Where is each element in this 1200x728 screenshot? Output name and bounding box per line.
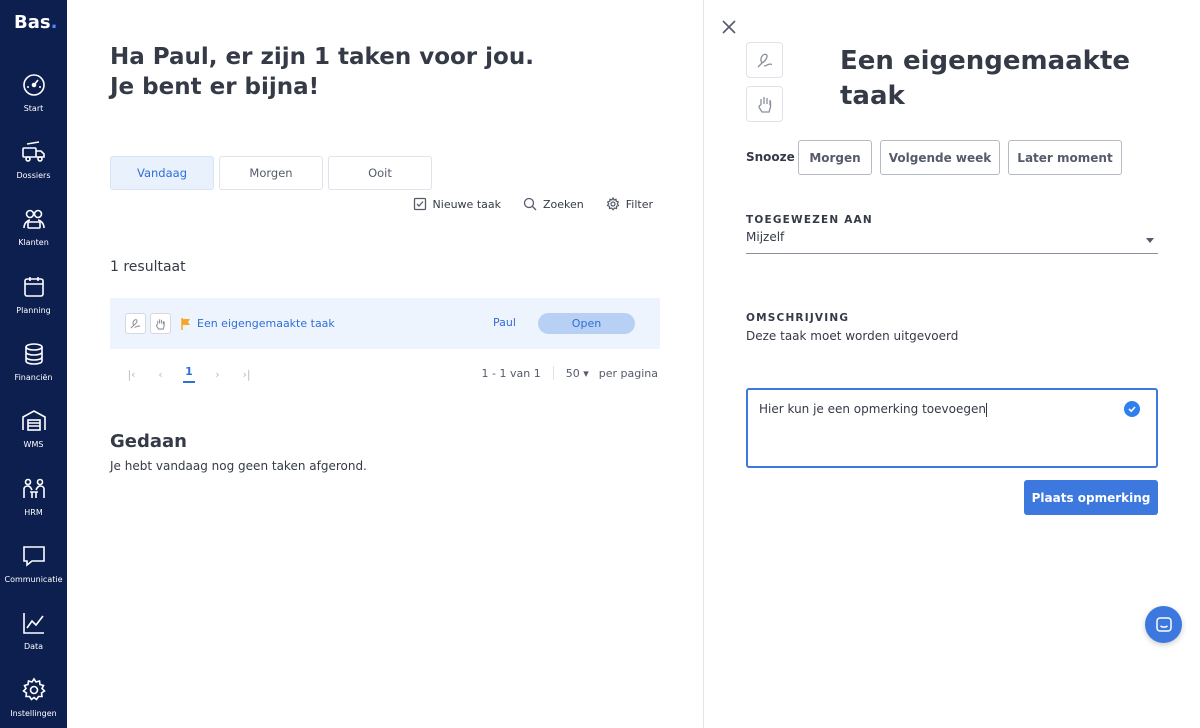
table-row[interactable]: Een eigengemaakte taak Paul Open <box>110 298 660 349</box>
comment-input[interactable]: Hier kun je een opmerking toevoegen <box>746 388 1158 468</box>
claim-button[interactable] <box>150 313 171 334</box>
text-cursor <box>985 402 987 417</box>
status-badge[interactable]: Open <box>538 313 635 334</box>
task-actions: Nieuwe taak Zoeken Filter <box>413 197 653 211</box>
flag-icon <box>181 317 190 330</box>
assignee-select[interactable]: Mijzelf <box>746 230 1158 254</box>
snooze-morgen-button[interactable]: Morgen <box>798 140 872 175</box>
snooze-volgende-week-button[interactable]: Volgende week <box>880 140 1000 175</box>
sidebar-item-label: Financiën <box>14 373 53 382</box>
last-page-icon[interactable]: ›| <box>232 368 261 381</box>
result-count: 1 resultaat <box>110 259 186 275</box>
signature-icon <box>757 53 772 68</box>
sidebar-item-klanten[interactable]: Klanten <box>0 206 67 266</box>
line-chart-icon <box>22 613 44 634</box>
close-icon[interactable] <box>720 18 738 36</box>
description-label: OMSCHRIJVING <box>746 312 850 324</box>
assigned-label: TOEGEWEZEN AAN <box>746 214 873 226</box>
sign-button[interactable] <box>746 42 783 78</box>
first-page-icon[interactable]: |‹ <box>117 368 146 381</box>
sidebar-item-label: Data <box>23 642 44 651</box>
tab-ooit[interactable]: Ooit <box>328 156 432 190</box>
divider <box>552 366 554 380</box>
gear-icon <box>21 677 46 701</box>
tab-morgen[interactable]: Morgen <box>219 156 323 190</box>
checkbox-icon <box>413 197 426 211</box>
done-section-title: Gedaan <box>110 431 187 452</box>
task-title-link[interactable]: Een eigengemaakte taak <box>197 317 335 330</box>
sidebar-item-label: Planning <box>16 306 51 315</box>
people-meeting-icon <box>22 478 45 498</box>
sidebar-item-start[interactable]: Start <box>0 72 67 132</box>
sidebar-item-dossiers[interactable]: Dossiers <box>0 139 67 199</box>
snooze-later-moment-button[interactable]: Later moment <box>1008 140 1122 175</box>
per-page-label: per pagina <box>598 366 658 380</box>
customers-icon <box>22 209 45 229</box>
hand-icon <box>757 97 771 113</box>
sidebar-item-communicatie[interactable]: Communicatie <box>0 543 67 603</box>
caret-down-icon <box>1146 238 1154 243</box>
sidebar-item-instellingen[interactable]: Instellingen <box>0 677 67 728</box>
warehouse-icon <box>21 410 46 431</box>
search-label: Zoeken <box>542 197 584 211</box>
main-content: Ha Paul, er zijn 1 taken voor jou. Je be… <box>67 0 703 728</box>
done-section-text: Je hebt vandaag nog geen taken afgerond. <box>110 459 367 473</box>
prev-page-icon[interactable]: ‹ <box>146 368 175 381</box>
filter-label: Filter <box>625 197 653 211</box>
task-detail-panel: Een eigengemaakte taak Snooze Morgen Vol… <box>704 0 1200 728</box>
sidebar-item-financien[interactable]: Financiën <box>0 341 67 401</box>
snooze-label: Snooze <box>746 150 795 164</box>
sidebar-item-label: WMS <box>23 440 44 449</box>
sidebar-item-label: HRM <box>24 508 43 517</box>
comment-value: Hier kun je een opmerking toevoegen <box>759 402 986 416</box>
sidebar: Bas. Start Dossiers Klanten Planning Fin… <box>0 0 67 728</box>
calendar-icon <box>23 277 44 297</box>
post-comment-button[interactable]: Plaats opmerking <box>1024 480 1158 515</box>
sidebar-item-wms[interactable]: WMS <box>0 408 67 468</box>
task-owner: Paul <box>493 316 516 329</box>
pagination: |‹ ‹ 1 › ›| <box>117 365 261 383</box>
new-task-label: Nieuwe taak <box>432 197 501 211</box>
search-button[interactable]: Zoeken <box>523 197 584 211</box>
sidebar-item-label: Klanten <box>18 238 49 247</box>
page-number[interactable]: 1 <box>183 365 195 383</box>
search-icon <box>523 197 537 211</box>
signature-icon <box>130 319 141 329</box>
page-title: Ha Paul, er zijn 1 taken voor jou. Je be… <box>110 44 534 100</box>
hand-icon <box>155 319 165 330</box>
sidebar-item-planning[interactable]: Planning <box>0 274 67 334</box>
chat-bubble-icon <box>22 546 45 567</box>
sidebar-item-data[interactable]: Data <box>0 610 67 670</box>
sidebar-item-label: Instellingen <box>10 709 57 718</box>
app-logo[interactable]: Bas. <box>14 12 57 33</box>
new-task-button[interactable]: Nieuwe taak <box>413 197 501 211</box>
task-detail-title: Een eigengemaakte taak <box>840 46 1131 111</box>
description-text: Deze taak moet worden uitgevoerd <box>746 329 959 343</box>
filter-button[interactable]: Filter <box>606 197 653 211</box>
claim-button[interactable] <box>746 86 783 122</box>
sidebar-item-hrm[interactable]: HRM <box>0 476 67 536</box>
sidebar-item-label: Start <box>23 104 44 113</box>
page-range: 1 - 1 van 1 <box>481 366 541 380</box>
gear-icon <box>606 197 620 211</box>
chat-icon <box>1155 616 1172 632</box>
pagination-info: 1 - 1 van 1 50 ▾ per pagina <box>482 366 658 380</box>
task-tabs: Vandaag Morgen Ooit <box>110 156 432 190</box>
sidebar-item-label: Dossiers <box>16 171 51 180</box>
next-page-icon[interactable]: › <box>203 368 232 381</box>
per-page-select[interactable]: 50 ▾ <box>566 367 589 380</box>
check-icon <box>1124 401 1140 417</box>
sign-button[interactable] <box>125 313 146 334</box>
truck-dossier-icon <box>21 141 45 162</box>
sidebar-item-label: Communicatie <box>4 575 63 584</box>
tab-vandaag[interactable]: Vandaag <box>110 156 214 190</box>
dashboard-gauge-icon <box>22 74 45 96</box>
assignee-value: Mijzelf <box>746 230 785 244</box>
chat-launcher-button[interactable] <box>1145 606 1182 643</box>
coins-stack-icon <box>24 343 43 365</box>
